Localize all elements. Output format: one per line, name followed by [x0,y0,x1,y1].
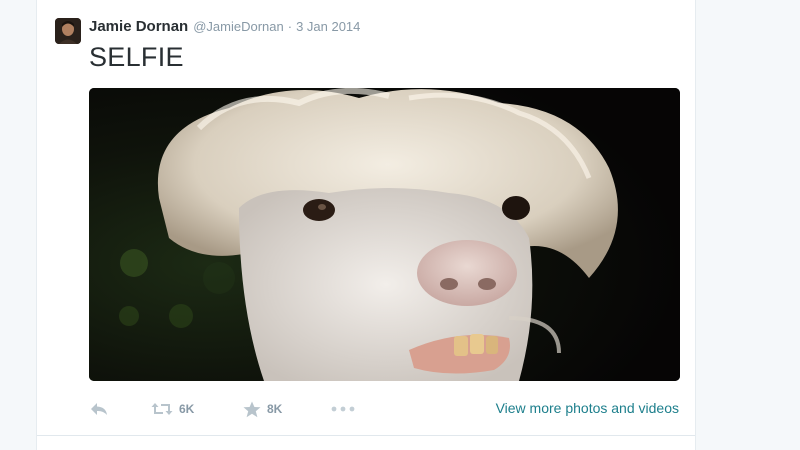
tweet-header: Jamie Dornan @JamieDornan · 3 Jan 2014 [89,18,360,38]
author-username[interactable]: @JamieDornan [193,19,284,34]
reply-icon [89,401,109,417]
more-button[interactable] [331,397,355,421]
tweet-divider [37,435,695,436]
tweet-media-photo[interactable] [89,88,680,381]
tweet-card: Jamie Dornan @JamieDornan · 3 Jan 2014 S… [36,0,696,450]
retweet-count: 6K [179,402,195,416]
retweet-button[interactable]: 6K [151,397,194,421]
author-fullname[interactable]: Jamie Dornan [89,18,188,35]
header-separator: · [287,19,293,34]
tweet-timestamp[interactable]: 3 Jan 2014 [296,19,360,34]
star-icon [243,401,261,418]
avatar[interactable] [55,18,81,44]
reply-button[interactable] [89,397,109,421]
more-dots-icon [331,406,355,412]
retweet-icon [151,401,173,417]
tweet-text: SELFIE [89,42,184,72]
view-more-photos-link[interactable]: View more photos and videos [496,400,679,416]
page: Jamie Dornan @JamieDornan · 3 Jan 2014 S… [0,0,800,450]
favorite-button[interactable]: 8K [243,397,282,421]
favorite-count: 8K [267,402,283,416]
tweet-actions: 6K 8K View more photos and videos [89,397,679,421]
photo-llama-icon [89,88,680,381]
